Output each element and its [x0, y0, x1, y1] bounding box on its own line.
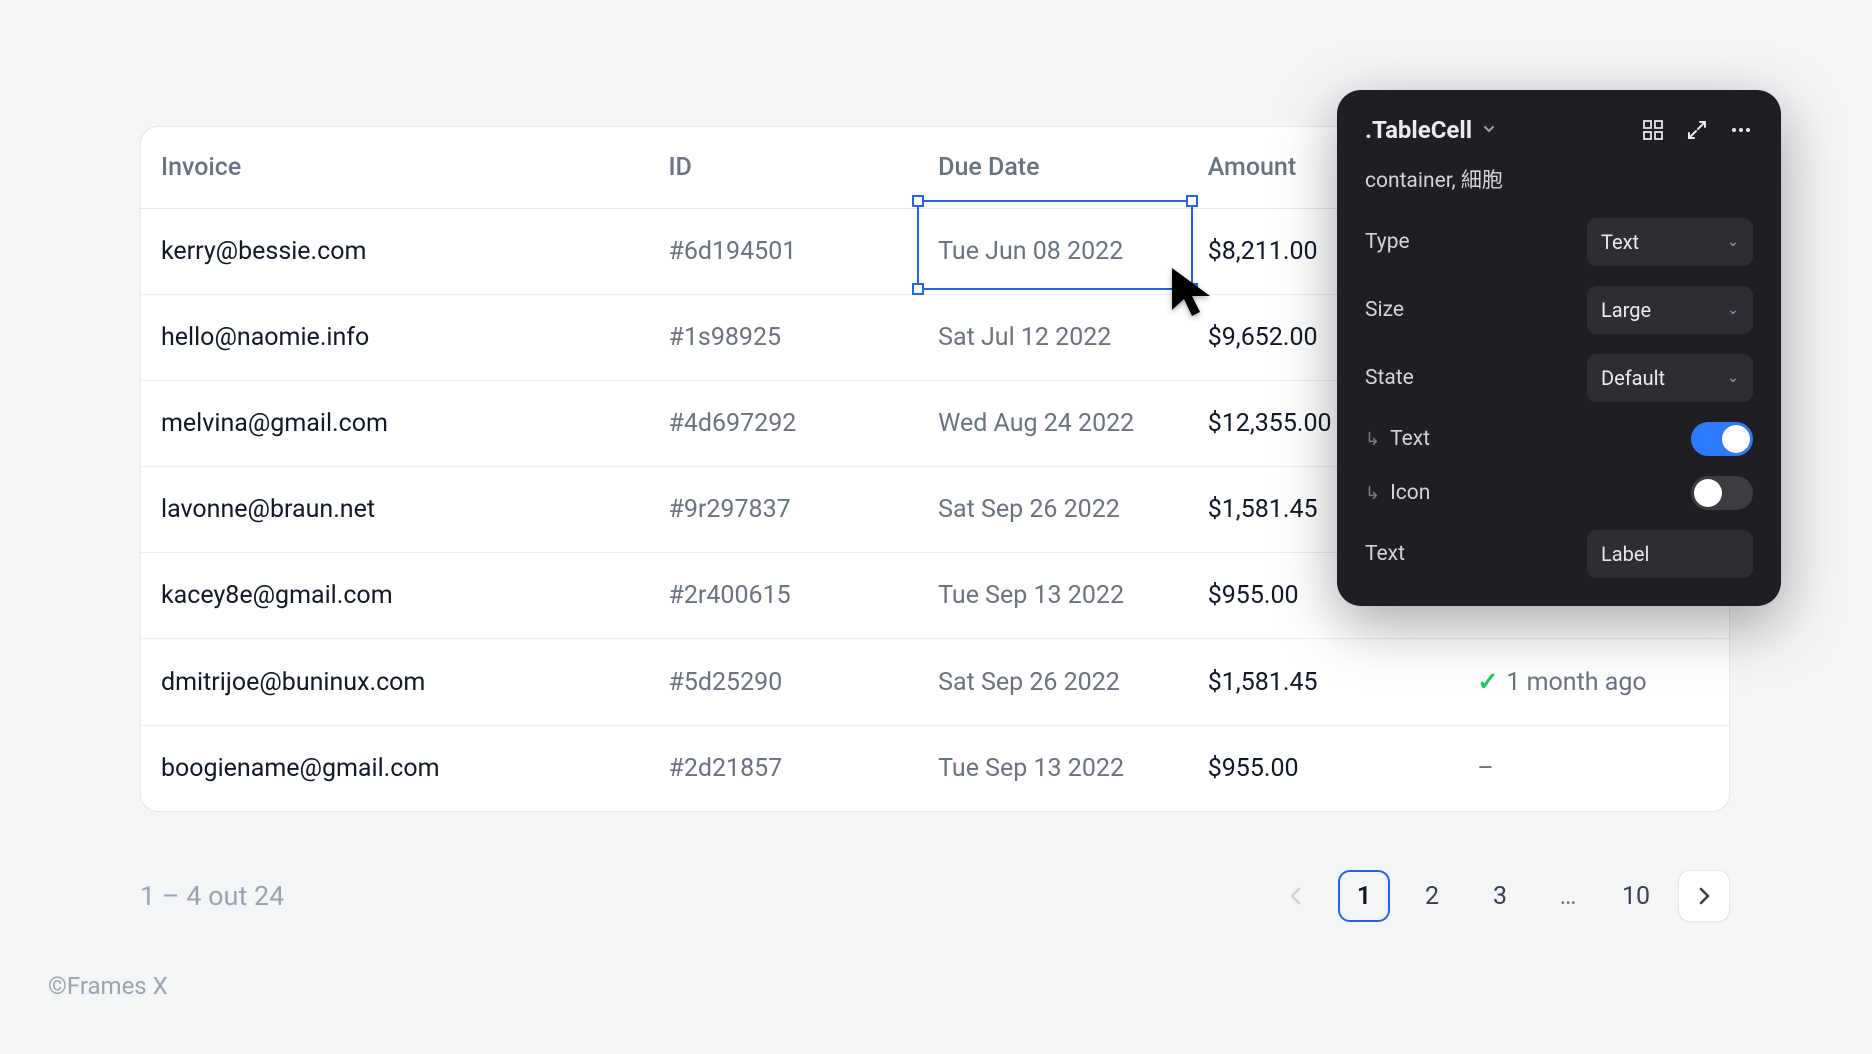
- sub-arrow-icon: ↳: [1365, 483, 1380, 504]
- pager-ellipsis: …: [1542, 870, 1594, 922]
- pager-page-1[interactable]: 1: [1338, 870, 1390, 922]
- cell-due[interactable]: Tue Jun 08 2022: [920, 209, 1190, 295]
- prop-size-select[interactable]: Large ⌄: [1587, 286, 1753, 334]
- cell-paid[interactable]: ✓ 1 month ago: [1459, 639, 1729, 726]
- cell-due[interactable]: Sat Sep 26 2022: [920, 467, 1190, 553]
- col-header-due[interactable]: Due Date: [920, 127, 1190, 209]
- cell-id[interactable]: #5d25290: [650, 639, 920, 726]
- paid-text: 1 month ago: [1506, 668, 1646, 697]
- table-row[interactable]: boogiename@gmail.com#2d21857Tue Sep 13 2…: [141, 726, 1729, 812]
- pager-page-3[interactable]: 3: [1474, 870, 1526, 922]
- cell-due[interactable]: Tue Sep 13 2022: [920, 553, 1190, 639]
- pager: 1 2 3 … 10: [1270, 870, 1730, 922]
- prop-state-label: State: [1365, 366, 1414, 390]
- inspector-subtitle: container, 細胞: [1365, 164, 1753, 194]
- prop-text-field[interactable]: Label: [1587, 530, 1753, 578]
- prop-type-select[interactable]: Text ⌄: [1587, 218, 1753, 266]
- prop-type-value: Text: [1601, 230, 1639, 254]
- chevron-down-icon: ⌄: [1727, 302, 1739, 318]
- col-header-id[interactable]: ID: [650, 127, 920, 209]
- cell-due[interactable]: Sat Jul 12 2022: [920, 295, 1190, 381]
- cursor-icon: [1170, 266, 1218, 322]
- prop-icon-toggle-label: ↳Icon: [1365, 481, 1430, 505]
- prop-type-label: Type: [1365, 230, 1410, 254]
- cell-id[interactable]: #2r400615: [650, 553, 920, 639]
- chevron-down-icon[interactable]: [1482, 121, 1496, 140]
- sub-arrow-icon: ↳: [1365, 429, 1380, 450]
- prop-size-value: Large: [1601, 298, 1651, 322]
- pager-prev-button[interactable]: [1270, 870, 1322, 922]
- cell-invoice[interactable]: kerry@bessie.com: [141, 209, 650, 295]
- check-icon: ✓: [1477, 668, 1498, 697]
- cell-id[interactable]: #1s98925: [650, 295, 920, 381]
- paid-text: –: [1477, 754, 1493, 783]
- cell-invoice[interactable]: dmitrijoe@buninux.com: [141, 639, 650, 726]
- cell-invoice[interactable]: hello@naomie.info: [141, 295, 650, 381]
- pagination-bar: 1 – 4 out 24 1 2 3 … 10: [140, 870, 1730, 922]
- chevron-down-icon: ⌄: [1727, 234, 1739, 250]
- prop-text-toggle-label: ↳Text: [1365, 427, 1430, 451]
- prop-text-field-value: Label: [1601, 542, 1649, 566]
- cell-due[interactable]: Tue Sep 13 2022: [920, 726, 1190, 812]
- cell-id[interactable]: #4d697292: [650, 381, 920, 467]
- pager-page-2[interactable]: 2: [1406, 870, 1458, 922]
- cell-id[interactable]: #9r297837: [650, 467, 920, 553]
- cell-invoice[interactable]: kacey8e@gmail.com: [141, 553, 650, 639]
- detach-icon[interactable]: [1685, 118, 1709, 142]
- cell-paid[interactable]: –: [1459, 726, 1729, 812]
- prop-text-toggle[interactable]: [1691, 422, 1753, 456]
- table-row[interactable]: dmitrijoe@buninux.com#5d25290Sat Sep 26 …: [141, 639, 1729, 726]
- pager-page-10[interactable]: 10: [1610, 870, 1662, 922]
- chevron-down-icon: ⌄: [1727, 370, 1739, 386]
- pager-next-button[interactable]: [1678, 870, 1730, 922]
- prop-state-select[interactable]: Default ⌄: [1587, 354, 1753, 402]
- cell-due[interactable]: Wed Aug 24 2022: [920, 381, 1190, 467]
- prop-icon-toggle[interactable]: [1691, 476, 1753, 510]
- footer-brand: ©Frames X: [48, 972, 168, 1000]
- more-icon[interactable]: [1729, 118, 1753, 142]
- cell-amount[interactable]: $1,581.45: [1190, 639, 1460, 726]
- cell-id[interactable]: #6d194501: [650, 209, 920, 295]
- cell-invoice[interactable]: lavonne@braun.net: [141, 467, 650, 553]
- cell-invoice[interactable]: melvina@gmail.com: [141, 381, 650, 467]
- cell-id[interactable]: #2d21857: [650, 726, 920, 812]
- prop-text-field-label: Text: [1365, 542, 1405, 566]
- cell-invoice[interactable]: boogiename@gmail.com: [141, 726, 650, 812]
- grid-icon[interactable]: [1641, 118, 1665, 142]
- col-header-invoice[interactable]: Invoice: [141, 127, 650, 209]
- inspector-title: .TableCell: [1365, 116, 1472, 144]
- cell-amount[interactable]: $955.00: [1190, 726, 1460, 812]
- prop-state-value: Default: [1601, 366, 1665, 390]
- cell-due[interactable]: Sat Sep 26 2022: [920, 639, 1190, 726]
- prop-size-label: Size: [1365, 298, 1404, 322]
- inspector-panel: .TableCell container, 細胞 Type Text ⌄ Siz…: [1337, 90, 1781, 606]
- pagination-summary: 1 – 4 out 24: [140, 880, 284, 912]
